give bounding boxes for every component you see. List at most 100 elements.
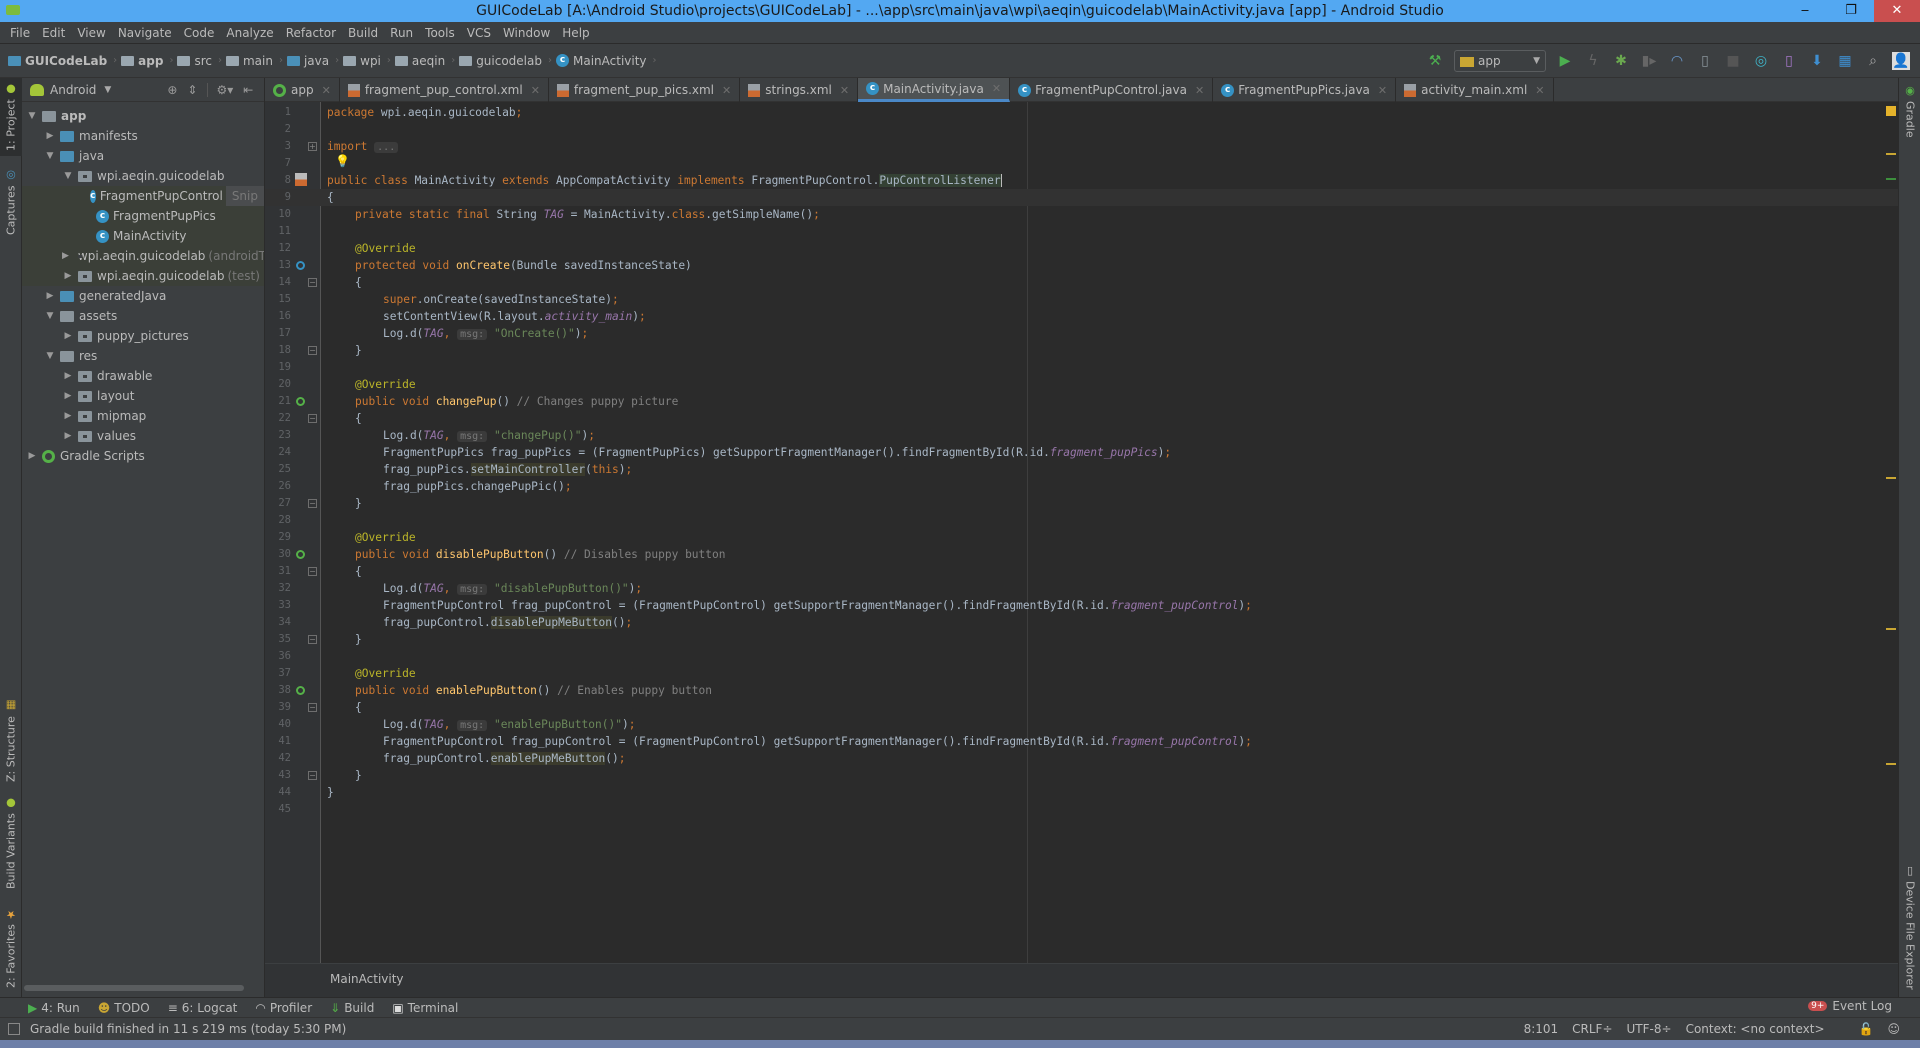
status-message[interactable]: Gradle build finished in 11 s 219 ms (to… — [30, 1022, 346, 1036]
expanded-arrow-icon[interactable]: ▼ — [62, 166, 74, 186]
view-mode-select[interactable]: Android — [50, 83, 96, 97]
run-configuration-select[interactable]: app ▼ — [1454, 50, 1546, 72]
tree-item[interactable]: ▶ wpi.aeqin.guicodelab (androidT — [22, 246, 264, 266]
structure-tool-tab[interactable]: Z: Structure ▦ — [0, 698, 22, 783]
gradle-tool-tab[interactable]: ◉ Gradle — [1899, 84, 1920, 154]
code-editor[interactable]: + − − − − − − − − 1 package wpi.aeqin.guicodelab;… — [265, 102, 1898, 963]
tree-item[interactable]: ▶ wpi.aeqin.guicodelab (test) — [22, 266, 264, 286]
warning-marker[interactable] — [1886, 153, 1896, 155]
editor-breadcrumb[interactable]: MainActivity — [330, 972, 404, 986]
tree-item[interactable]: ▶ drawable — [22, 366, 264, 386]
tool-windows-toggle-icon[interactable] — [8, 1023, 20, 1035]
minimize-button[interactable]: ‒ — [1782, 0, 1828, 22]
collapsed-arrow-icon[interactable]: ▶ — [44, 286, 56, 306]
debug-icon[interactable]: ✱ — [1612, 52, 1630, 70]
gear-icon[interactable]: ⚙▾ — [207, 82, 233, 97]
tool-window-build[interactable]: ⇓ Build — [330, 1001, 374, 1015]
expanded-arrow-icon[interactable]: ▼ — [26, 106, 38, 126]
tree-item[interactable]: c FragmentPupControl Snip — [22, 186, 264, 206]
menu-edit[interactable]: Edit — [36, 26, 71, 40]
menu-vcs[interactable]: VCS — [461, 26, 497, 40]
collapsed-arrow-icon[interactable]: ▶ — [44, 126, 56, 146]
caret-position[interactable]: 8:101 — [1524, 1022, 1559, 1036]
close-tab-icon[interactable]: ✕ — [722, 84, 731, 97]
warning-marker[interactable] — [1886, 628, 1896, 630]
expanded-arrow-icon[interactable]: ▼ — [44, 346, 56, 366]
breadcrumb-item[interactable]: src › — [177, 54, 222, 68]
tree-item[interactable]: ▶ mipmap — [22, 406, 264, 426]
run-icon[interactable]: ▶ — [1556, 52, 1574, 70]
menu-navigate[interactable]: Navigate — [112, 26, 178, 40]
tree-item[interactable]: ▼ assets — [22, 306, 264, 326]
tree-item[interactable]: c FragmentPupPics — [22, 206, 264, 226]
close-tab-icon[interactable]: ✕ — [531, 84, 540, 97]
tree-item[interactable]: ▶ manifests — [22, 126, 264, 146]
favorites-tool-tab[interactable]: 2: Favorites ★ — [0, 903, 22, 993]
restore-button[interactable]: ❐ — [1828, 0, 1874, 22]
tree-item[interactable]: c MainActivity — [22, 226, 264, 246]
hide-panel-icon[interactable]: ⇤ — [243, 83, 253, 97]
expanded-arrow-icon[interactable]: ▼ — [44, 306, 56, 326]
close-tab-icon[interactable]: ✕ — [322, 84, 331, 97]
warning-marker[interactable] — [1886, 763, 1896, 765]
search-icon[interactable]: ⌕ — [1864, 52, 1882, 70]
editor-tab[interactable]: c MainActivity.java ✕ — [858, 78, 1011, 102]
collapsed-arrow-icon[interactable]: ▶ — [62, 366, 74, 386]
breadcrumb-item[interactable]: guicodelab › — [459, 54, 552, 68]
tool-window-profiler[interactable]: ◠ Profiler — [255, 1001, 312, 1015]
breadcrumb-item[interactable]: main › — [225, 54, 283, 68]
editor-tab[interactable]: c FragmentPupControl.java ✕ — [1010, 78, 1214, 102]
tool-window-run[interactable]: ▶ 4: Run — [28, 1001, 80, 1015]
tree-item[interactable]: ▶ puppy_pictures — [22, 326, 264, 346]
context-indicator[interactable]: Context: <no context> — [1686, 1022, 1825, 1036]
close-tab-icon[interactable]: ✕ — [1378, 84, 1387, 97]
close-button[interactable]: ✕ — [1874, 0, 1920, 22]
breadcrumb-item[interactable]: app › — [121, 54, 173, 68]
project-structure-icon[interactable]: ▦ — [1836, 52, 1854, 70]
build-variants-tool-tab[interactable]: Build Variants ● — [0, 793, 22, 893]
breadcrumb-item[interactable]: aeqin › — [394, 54, 455, 68]
stop-icon[interactable]: ■ — [1724, 52, 1742, 70]
tree-item[interactable]: ▼ res — [22, 346, 264, 366]
tree-item[interactable]: ▶ generatedJava — [22, 286, 264, 306]
horizontal-scrollbar[interactable] — [24, 985, 244, 991]
tree-item[interactable]: ▶ Gradle Scripts — [22, 446, 264, 466]
tree-item[interactable]: ▶ values — [22, 426, 264, 446]
attach-debugger-icon[interactable]: ▮▸ — [1640, 52, 1658, 70]
menu-run[interactable]: Run — [384, 26, 419, 40]
captures-tool-tab[interactable]: Captures ◎ — [0, 166, 22, 238]
editor-tab[interactable]: fragment_pup_control.xml ✕ — [340, 78, 549, 102]
intention-bulb-icon[interactable]: 💡 — [335, 154, 350, 168]
user-avatar[interactable]: 👤 — [1892, 52, 1910, 70]
collapsed-arrow-icon[interactable]: ▶ — [62, 326, 74, 346]
install-icon[interactable]: ▯ — [1696, 52, 1714, 70]
tree-item[interactable]: ▼ wpi.aeqin.guicodelab — [22, 166, 264, 186]
collapsed-arrow-icon[interactable]: ▶ — [62, 386, 74, 406]
collapsed-arrow-icon[interactable]: ▶ — [26, 446, 38, 466]
breadcrumb-item[interactable]: java › — [286, 54, 339, 68]
warning-marker[interactable] — [1886, 477, 1896, 479]
profile-icon[interactable]: ◠ — [1668, 52, 1686, 70]
make-project-icon[interactable]: ⚒ — [1426, 52, 1444, 70]
close-tab-icon[interactable]: ✕ — [1195, 84, 1204, 97]
sync-gradle-icon[interactable]: ◎ — [1752, 52, 1770, 70]
hector-icon[interactable]: ☺ — [1887, 1022, 1900, 1036]
collapse-all-icon[interactable]: ⇕ — [187, 83, 197, 97]
tree-item[interactable]: ▶ layout — [22, 386, 264, 406]
menu-refactor[interactable]: Refactor — [280, 26, 342, 40]
menu-help[interactable]: Help — [556, 26, 595, 40]
menu-code[interactable]: Code — [178, 26, 221, 40]
tool-window-logcat[interactable]: ≡ 6: Logcat — [168, 1001, 238, 1015]
close-tab-icon[interactable]: ✕ — [992, 82, 1001, 95]
line-separator[interactable]: CRLF÷ — [1572, 1022, 1612, 1036]
menu-view[interactable]: View — [71, 26, 111, 40]
device-file-explorer-tab[interactable]: ▯ Device File Explorer — [1899, 864, 1920, 994]
close-tab-icon[interactable]: ✕ — [1535, 84, 1544, 97]
collapsed-arrow-icon[interactable]: ▶ — [62, 266, 74, 286]
tree-item[interactable]: ▼ app — [22, 106, 264, 126]
menu-tools[interactable]: Tools — [419, 26, 461, 40]
collapsed-arrow-icon[interactable]: ▶ — [62, 406, 74, 426]
editor-tab[interactable]: fragment_pup_pics.xml ✕ — [549, 78, 741, 102]
lock-icon[interactable]: 🔓 — [1859, 1022, 1874, 1036]
editor-tab[interactable]: app ✕ — [265, 78, 340, 102]
